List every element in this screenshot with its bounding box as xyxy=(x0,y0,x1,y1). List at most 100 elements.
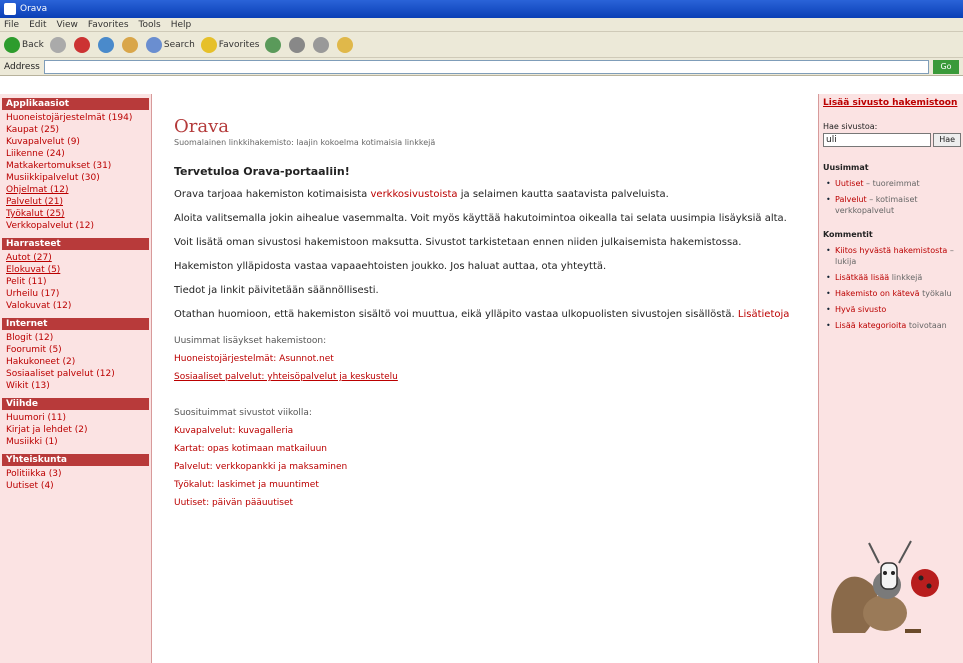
list-link[interactable]: Työkalut: laskimet ja muuntimet xyxy=(174,476,808,494)
category-link[interactable]: Wikit (13) xyxy=(6,380,147,392)
category-link[interactable]: Blogit (12) xyxy=(6,332,147,344)
go-button[interactable]: Go xyxy=(933,59,959,74)
category-link[interactable]: Pelit (11) xyxy=(6,276,147,288)
new-links-list: Uusimmat lisäykset hakemistoon: Huoneist… xyxy=(174,332,808,386)
list-item: Palvelut – kotimaiset verkkopalvelut xyxy=(826,194,961,216)
category-link[interactable]: Autot (27) xyxy=(6,252,147,264)
print-button[interactable] xyxy=(313,36,331,53)
site-title: Orava xyxy=(174,116,229,137)
list-label: Uusimmat lisäykset hakemistoon: xyxy=(174,336,327,346)
category-link[interactable]: Foorumit (5) xyxy=(6,344,147,356)
category-link[interactable]: Ohjelmat (12) xyxy=(6,184,147,196)
category-link[interactable]: Matkakertomukset (31) xyxy=(6,160,147,172)
site-subtitle: Suomalainen linkkihakemisto: laajin koko… xyxy=(174,138,436,147)
menu-view[interactable]: View xyxy=(57,20,78,30)
paragraph: Voit lisätä oman sivustosi hakemistoon m… xyxy=(174,237,742,248)
category-link[interactable]: Kirjat ja lehdet (2) xyxy=(6,424,147,436)
list-item: Lisätkää lisää linkkejä xyxy=(826,272,961,283)
item-link[interactable]: Lisätkää lisää xyxy=(835,273,889,282)
list-link[interactable]: Kuvapalvelut: kuvagalleria xyxy=(174,422,808,440)
search-button[interactable]: Search xyxy=(145,36,195,53)
forward-button[interactable] xyxy=(49,36,68,53)
item-link[interactable]: Kiitos hyvästä hakemistosta xyxy=(835,246,947,255)
list-link[interactable]: Huoneistojärjestelmät: Asunnot.net xyxy=(174,350,808,368)
history-button[interactable] xyxy=(265,36,283,53)
item-link[interactable]: Uutiset xyxy=(835,179,864,188)
category-link[interactable]: Kuvapalvelut (9) xyxy=(6,136,147,148)
list-link[interactable]: Palvelut: verkkopankki ja maksaminen xyxy=(174,458,808,476)
list-item: Hyvä sivusto xyxy=(826,304,961,315)
home-button[interactable] xyxy=(121,36,140,53)
list-item: Kiitos hyvästä hakemistosta – lukija xyxy=(826,245,961,267)
category-box: Yhteiskunta Politiikka (3) Uutiset (4) xyxy=(2,454,149,492)
list-link[interactable]: Sosiaaliset palvelut: yhteisöpalvelut ja… xyxy=(174,368,808,386)
refresh-button[interactable] xyxy=(97,36,116,53)
intro-link[interactable]: verkkosivustoista xyxy=(371,189,458,200)
category-link[interactable]: Uutiset (4) xyxy=(6,480,147,492)
category-link[interactable]: Hakukoneet (2) xyxy=(6,356,147,368)
item-link[interactable]: Hyvä sivusto xyxy=(835,305,886,314)
search-submit-button[interactable]: Hae xyxy=(933,133,961,147)
folder-button[interactable] xyxy=(337,36,355,53)
menu-help[interactable]: Help xyxy=(171,20,192,30)
category-link[interactable]: Kaupat (25) xyxy=(6,124,147,136)
category-link[interactable]: Palvelut (21) xyxy=(6,196,147,208)
list-link[interactable]: Kartat: opas kotimaan matkailuun xyxy=(174,440,808,458)
category-link[interactable]: Huoneistojärjestelmät (194) xyxy=(6,112,147,124)
mail-button[interactable] xyxy=(289,36,307,53)
list-label: Suosituimmat sivustot viikolla: xyxy=(174,408,312,418)
category-box: Internet Blogit (12) Foorumit (5) Hakuko… xyxy=(2,318,149,392)
category-link[interactable]: Musiikki (1) xyxy=(6,436,147,448)
menu-tools[interactable]: Tools xyxy=(139,20,161,30)
window-title: Orava xyxy=(20,4,48,14)
category-link[interactable]: Työkalut (25) xyxy=(6,208,147,220)
category-link[interactable]: Politiikka (3) xyxy=(6,468,147,480)
more-info-link[interactable]: Lisätietoja xyxy=(738,309,789,320)
category-link[interactable]: Valokuvat (12) xyxy=(6,300,147,312)
menubar: File Edit View Favorites Tools Help xyxy=(0,18,963,32)
category-link[interactable]: Musiikkipalvelut (30) xyxy=(6,172,147,184)
list-link[interactable]: Uutiset: päivän pääuutiset xyxy=(174,494,808,512)
back-button[interactable]: Back xyxy=(4,36,44,53)
address-bar: Address Go xyxy=(0,58,963,76)
menu-favorites[interactable]: Favorites xyxy=(88,20,129,30)
toolbar: Back Search Favorites xyxy=(0,32,963,58)
category-link[interactable]: Verkkopalvelut (12) xyxy=(6,220,147,232)
menu-file[interactable]: File xyxy=(4,20,19,30)
category-link[interactable]: Huumori (11) xyxy=(6,412,147,424)
folder-icon xyxy=(337,36,354,53)
category-link[interactable]: Liikenne (24) xyxy=(6,148,147,160)
item-link[interactable]: Palvelut xyxy=(835,195,867,204)
history-icon xyxy=(265,36,282,53)
category-box: Viihde Huumori (11) Kirjat ja lehdet (2)… xyxy=(2,398,149,448)
item-link[interactable]: Lisää kategorioita xyxy=(835,321,906,330)
add-site-link[interactable]: Lisää sivusto hakemistoon xyxy=(823,98,961,108)
category-link[interactable]: Sosiaaliset palvelut (12) xyxy=(6,368,147,380)
paragraph: Hakemiston ylläpidosta vastaa vapaaehtoi… xyxy=(174,261,607,272)
address-label: Address xyxy=(4,61,40,72)
welcome-heading: Tervetuloa Orava-portaaliin! xyxy=(174,165,350,178)
menu-edit[interactable]: Edit xyxy=(29,20,46,30)
main-content: Orava Suomalainen linkkihakemisto: laaji… xyxy=(152,94,818,663)
list-item: Hakemisto on kätevä työkalu xyxy=(826,288,961,299)
print-icon xyxy=(313,36,330,53)
paragraph: Aloita valitsemalla jokin aihealue vasem… xyxy=(174,213,787,224)
category-heading: Harrasteet xyxy=(2,238,149,250)
right-sidebar: Lisää sivusto hakemistoon Hae sivustoa: … xyxy=(818,94,963,663)
mail-icon xyxy=(289,36,306,53)
search-row: uli Hae xyxy=(823,133,961,147)
address-input[interactable] xyxy=(43,59,929,74)
category-link[interactable]: Urheilu (17) xyxy=(6,288,147,300)
favorites-button[interactable]: Favorites xyxy=(200,36,259,53)
comments-section: Kommentit Kiitos hyvästä hakemistosta – … xyxy=(823,230,961,331)
popular-links-list: Suosituimmat sivustot viikolla: Kuvapalv… xyxy=(174,404,808,512)
paragraph: Tiedot ja linkit päivitetään säännöllise… xyxy=(174,285,379,296)
item-link[interactable]: Hakemisto on kätevä xyxy=(835,289,920,298)
left-sidebar: Applikaasiot Huoneistojärjestelmät (194)… xyxy=(0,94,152,663)
category-heading: Viihde xyxy=(2,398,149,410)
category-link[interactable]: Elokuvat (5) xyxy=(6,264,147,276)
section-heading: Kommentit xyxy=(823,230,873,239)
stop-button[interactable] xyxy=(73,36,92,53)
search-input[interactable]: uli xyxy=(823,133,932,147)
browser-icon xyxy=(4,3,16,15)
